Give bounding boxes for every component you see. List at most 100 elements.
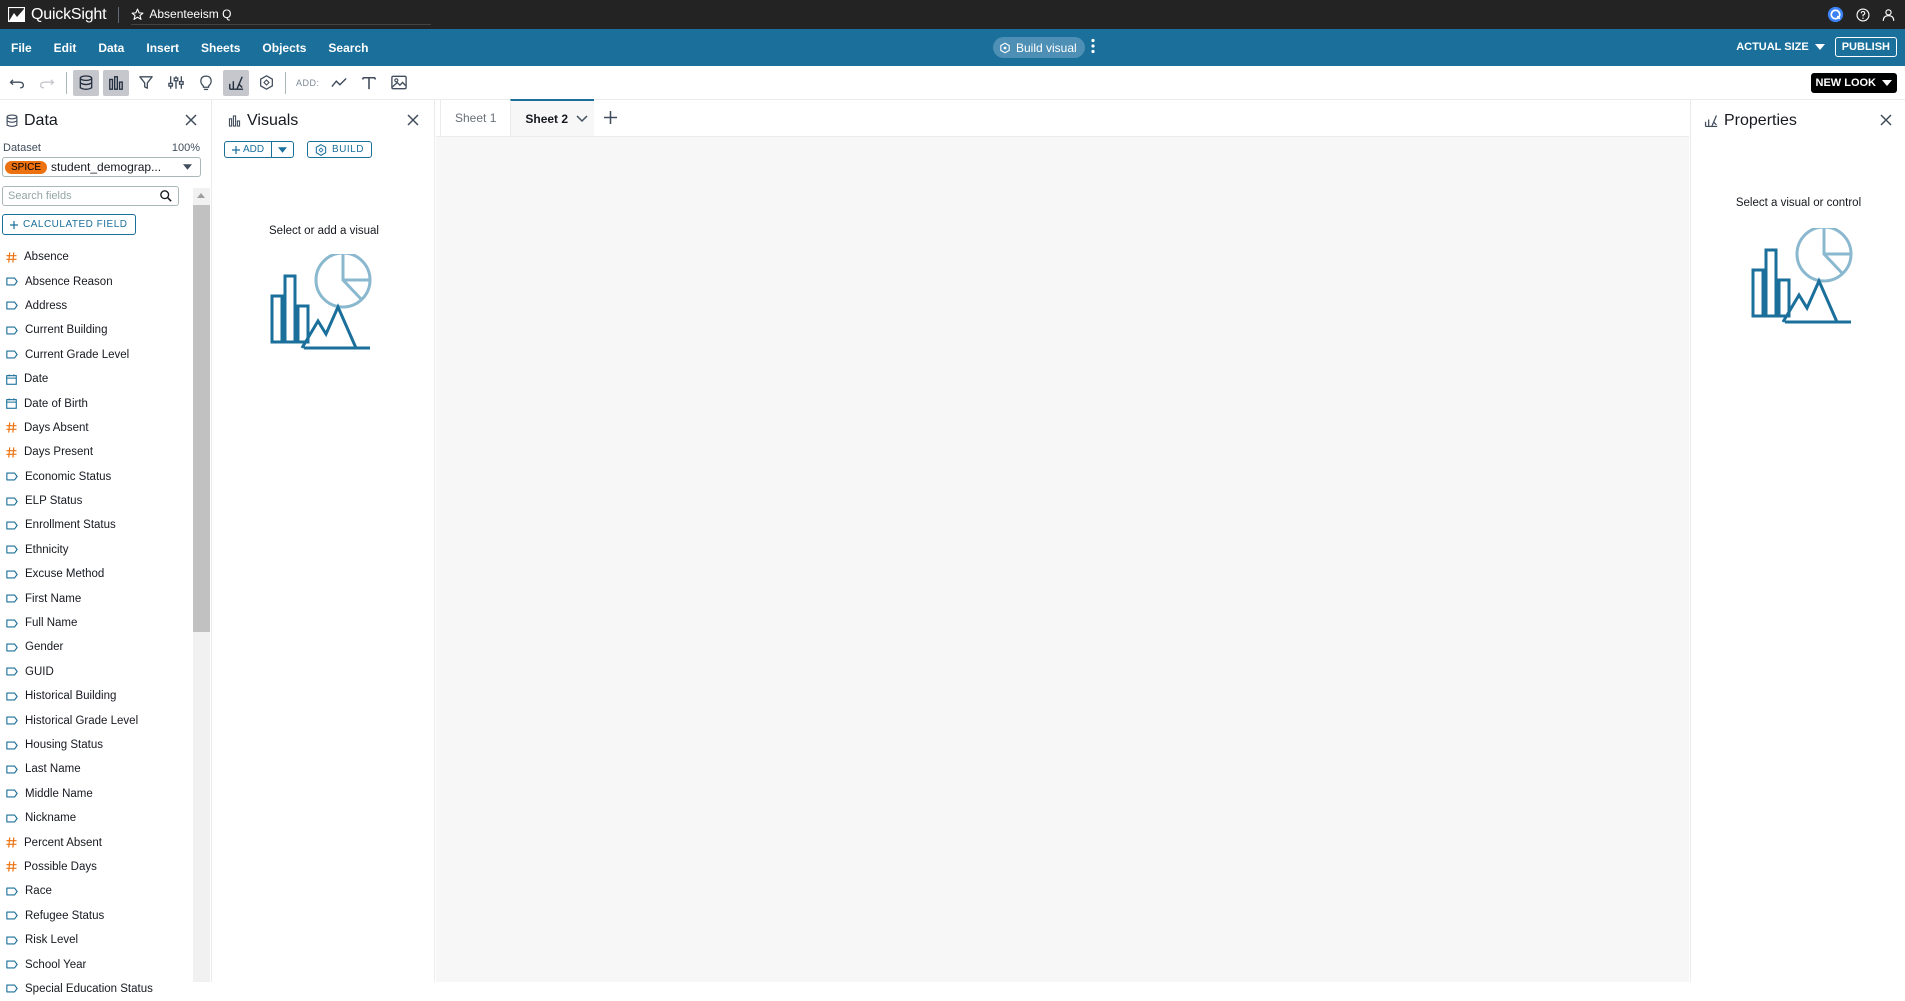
field-item[interactable]: Excuse Method: [0, 562, 192, 586]
toolbar-divider: [66, 71, 67, 94]
field-item[interactable]: GUID: [0, 660, 192, 684]
field-item[interactable]: Percent Absent: [0, 830, 192, 854]
tag-icon: [6, 960, 18, 969]
field-item[interactable]: Days Absent: [0, 416, 192, 440]
menu-search[interactable]: Search: [317, 41, 379, 55]
field-item[interactable]: Nickname: [0, 806, 192, 830]
properties-pane-toggle[interactable]: [223, 69, 249, 96]
build-visual-button[interactable]: Build visual: [993, 37, 1085, 58]
plus-icon: [10, 220, 18, 229]
data-pane-toggle[interactable]: [73, 69, 99, 96]
field-item[interactable]: Date: [0, 367, 192, 391]
bar-chart-icon: [228, 115, 241, 127]
field-label: Special Education Status: [25, 982, 153, 995]
sheet-canvas[interactable]: Sheet 1 Sheet 2: [436, 99, 1689, 982]
actual-size-dropdown[interactable]: ACTUAL SIZE: [1736, 41, 1825, 53]
field-item[interactable]: Special Education Status: [0, 977, 192, 1001]
toolbar: ADD: NEW LOOK: [0, 66, 1905, 100]
amazon-q-icon[interactable]: [1827, 6, 1844, 23]
q-topic-icon[interactable]: [253, 70, 279, 96]
visuals-pane-toggle[interactable]: [103, 69, 129, 96]
field-list-scroll-thumb[interactable]: [193, 205, 210, 632]
add-visual-line-icon[interactable]: [326, 70, 352, 96]
field-item[interactable]: Absence: [0, 245, 192, 269]
build-label: BUILD: [332, 144, 364, 155]
field-label: Current Grade Level: [25, 348, 130, 361]
menu-insert[interactable]: Insert: [135, 41, 190, 55]
menu-file[interactable]: File: [0, 41, 43, 55]
close-visuals-panel-icon[interactable]: [407, 114, 419, 126]
field-item[interactable]: Possible Days: [0, 855, 192, 879]
hash-icon: [6, 861, 17, 873]
parameters-icon[interactable]: [163, 70, 189, 96]
insights-lightbulb-icon[interactable]: [193, 70, 219, 96]
add-visual-button[interactable]: ADD: [224, 141, 273, 158]
build-button[interactable]: BUILD: [307, 141, 372, 158]
field-item[interactable]: Refugee Status: [0, 904, 192, 928]
field-item[interactable]: Economic Status: [0, 465, 192, 489]
sheet-tab-label: Sheet 1: [455, 110, 497, 125]
field-item[interactable]: Middle Name: [0, 782, 192, 806]
field-item[interactable]: Address: [0, 294, 192, 318]
add-text-icon[interactable]: [356, 70, 382, 96]
star-icon[interactable]: [131, 8, 144, 21]
redo-button[interactable]: [34, 70, 60, 96]
publish-button[interactable]: PUBLISH: [1834, 37, 1897, 57]
add-image-icon[interactable]: [386, 70, 412, 96]
tab-sheet-2[interactable]: Sheet 2: [510, 99, 595, 136]
field-item[interactable]: Current Grade Level: [0, 343, 192, 367]
field-item[interactable]: First Name: [0, 586, 192, 610]
add-sheet-button[interactable]: [594, 99, 627, 136]
quicksight-logo[interactable]: QuickSight: [0, 6, 107, 24]
field-item[interactable]: Race: [0, 879, 192, 903]
search-icon[interactable]: [160, 190, 172, 202]
field-item[interactable]: Historical Grade Level: [0, 708, 192, 732]
add-calculated-field-button[interactable]: CALCULATED FIELD: [2, 214, 136, 235]
field-item[interactable]: Date of Birth: [0, 391, 192, 415]
field-item[interactable]: Enrollment Status: [0, 513, 192, 537]
dataset-name: student_demograp...: [51, 160, 162, 174]
search-fields-input[interactable]: [8, 190, 160, 202]
menu-objects[interactable]: Objects: [251, 41, 317, 55]
field-item[interactable]: Full Name: [0, 611, 192, 635]
field-label: Risk Level: [25, 934, 79, 947]
field-label: Refugee Status: [25, 909, 105, 922]
more-options-icon[interactable]: [1091, 38, 1095, 54]
filter-icon[interactable]: [133, 70, 159, 96]
field-item[interactable]: Historical Building: [0, 684, 192, 708]
field-item[interactable]: Current Building: [0, 318, 192, 342]
user-icon[interactable]: [1882, 8, 1895, 22]
field-label: Full Name: [25, 617, 78, 630]
field-item[interactable]: Risk Level: [0, 928, 192, 952]
menu-edit[interactable]: Edit: [43, 41, 88, 55]
menu-sheets[interactable]: Sheets: [190, 41, 251, 55]
tag-icon: [6, 911, 18, 920]
field-item[interactable]: Last Name: [0, 757, 192, 781]
close-properties-panel-icon[interactable]: [1880, 114, 1892, 126]
analysis-name-field[interactable]: Absenteeism Q: [131, 7, 432, 25]
search-fields-box[interactable]: [2, 186, 179, 206]
close-data-panel-icon[interactable]: [185, 114, 197, 126]
field-item[interactable]: School Year: [0, 952, 192, 976]
tag-icon: [6, 594, 18, 603]
tag-icon: [6, 326, 18, 335]
chevron-down-icon[interactable]: [576, 114, 588, 123]
field-item[interactable]: ELP Status: [0, 489, 192, 513]
field-item[interactable]: Housing Status: [0, 733, 192, 757]
menu-data[interactable]: Data: [87, 41, 135, 55]
scroll-up-arrow-icon[interactable]: [197, 193, 205, 198]
field-label: Absence: [24, 251, 69, 264]
new-look-dropdown[interactable]: NEW LOOK: [1810, 73, 1897, 93]
undo-button[interactable]: [4, 70, 30, 96]
add-visual-dropdown[interactable]: [272, 141, 295, 158]
tab-sheet-1[interactable]: Sheet 1: [440, 99, 510, 136]
dataset-select[interactable]: SPICE student_demograp...: [2, 157, 201, 177]
field-label: Possible Days: [24, 860, 97, 873]
field-item[interactable]: Ethnicity: [0, 538, 192, 562]
field-label: Enrollment Status: [25, 519, 116, 532]
help-icon[interactable]: [1856, 7, 1870, 22]
actual-size-label: ACTUAL SIZE: [1736, 41, 1809, 53]
field-item[interactable]: Gender: [0, 635, 192, 659]
field-item[interactable]: Days Present: [0, 440, 192, 464]
field-item[interactable]: Absence Reason: [0, 269, 192, 293]
